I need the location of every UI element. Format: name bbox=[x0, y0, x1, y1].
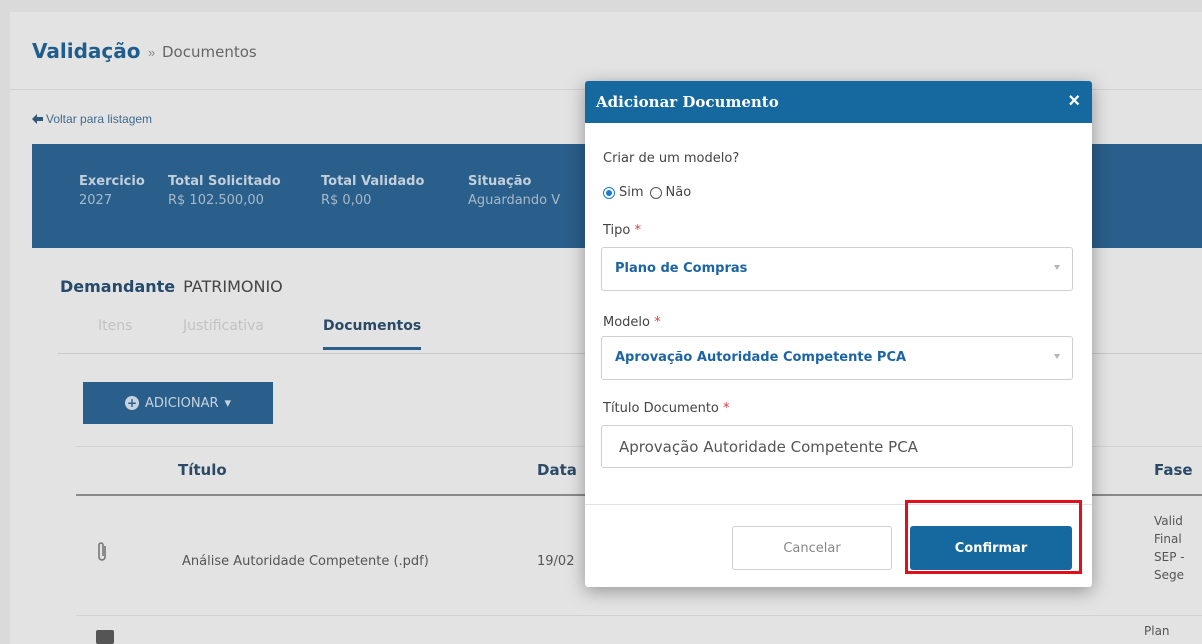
demandante-info: Demandante PATRIMONIO bbox=[60, 277, 283, 296]
stat-label: Total Solicitado bbox=[168, 174, 281, 189]
fase-line: Valid bbox=[1154, 514, 1183, 528]
document-icon bbox=[96, 630, 114, 644]
create-from-template-radio-group: Sim Não bbox=[603, 185, 697, 200]
titulo-documento-label: Título Documento * bbox=[603, 401, 730, 416]
stat-value: Aguardando V bbox=[468, 193, 561, 208]
document-date: 19/02 bbox=[537, 554, 575, 569]
modelo-label: Modelo * bbox=[603, 315, 661, 330]
demandante-label: Demandante bbox=[60, 277, 176, 296]
add-document-button[interactable]: + ADICIONAR ▾ bbox=[83, 382, 273, 424]
stat-value: R$ 0,00 bbox=[321, 193, 372, 208]
back-link-label: Voltar para listagem bbox=[46, 112, 153, 126]
radio-sim-label: Sim bbox=[619, 185, 644, 200]
fase-line: Final bbox=[1154, 532, 1182, 546]
stat-situacao: Situação Aguardando V bbox=[468, 174, 560, 208]
tipo-selected-value: Plano de Compras bbox=[615, 261, 748, 276]
next-row-fase: Plan bbox=[1144, 624, 1170, 638]
fase-line: Sege bbox=[1154, 568, 1184, 582]
titulo-documento-input[interactable] bbox=[601, 425, 1073, 468]
document-fase: Valid Final SEP - Sege bbox=[1154, 512, 1202, 584]
required-mark: * bbox=[634, 223, 642, 238]
caret-down-icon bbox=[1054, 354, 1060, 359]
stat-total-solicitado: Total Solicitado R$ 102.500,00 bbox=[168, 174, 281, 208]
required-mark: * bbox=[723, 401, 730, 416]
radio-nao-label: Não bbox=[665, 185, 692, 200]
tipo-label-text: Tipo bbox=[603, 223, 631, 238]
close-icon[interactable]: × bbox=[1068, 89, 1080, 113]
radio-unchecked-icon[interactable] bbox=[649, 186, 662, 199]
radio-checked-icon[interactable] bbox=[603, 186, 615, 199]
radio-nao[interactable]: Não bbox=[649, 185, 692, 200]
column-header-data: Data bbox=[537, 461, 577, 479]
modelo-label-text: Modelo bbox=[603, 315, 650, 330]
column-header-fase: Fase bbox=[1154, 461, 1193, 479]
modelo-select[interactable]: Aprovação Autoridade Competente PCA bbox=[601, 336, 1073, 380]
stat-label: Exercicio bbox=[79, 174, 145, 189]
modal-header: Adicionar Documento × bbox=[585, 81, 1092, 123]
confirm-highlight-box bbox=[905, 500, 1082, 574]
create-from-template-label: Criar de um modelo? bbox=[603, 151, 740, 166]
caret-down-icon bbox=[1054, 265, 1060, 270]
stat-label: Situação bbox=[468, 174, 532, 189]
stat-label: Total Validado bbox=[321, 174, 425, 189]
tab-documentos[interactable]: Documentos bbox=[323, 318, 422, 350]
stat-total-validado: Total Validado R$ 0,00 bbox=[321, 174, 424, 208]
stat-value: R$ 102.500,00 bbox=[168, 193, 264, 208]
paperclip-icon bbox=[98, 542, 106, 561]
page-title: Validação bbox=[32, 39, 141, 63]
tipo-label: Tipo * bbox=[603, 223, 641, 238]
page-subtitle: Documentos bbox=[162, 43, 257, 61]
page-header: Validação » Documentos bbox=[10, 12, 1202, 90]
plus-circle-icon: + bbox=[124, 396, 139, 410]
back-to-list-link[interactable]: Voltar para listagem bbox=[32, 112, 152, 126]
arrow-left-icon bbox=[32, 114, 43, 124]
demandante-value: PATRIMONIO bbox=[183, 277, 283, 296]
stat-exercicio: Exercicio 2027 bbox=[79, 174, 145, 208]
add-button-label: ADICIONAR bbox=[144, 395, 219, 411]
tipo-select[interactable]: Plano de Compras bbox=[601, 247, 1073, 291]
column-header-titulo: Título bbox=[178, 461, 227, 479]
required-mark: * bbox=[654, 315, 661, 330]
tab-justificativa[interactable]: Justificativa bbox=[183, 318, 264, 334]
modelo-selected-value: Aprovação Autoridade Competente PCA bbox=[615, 350, 907, 365]
cancel-button[interactable]: Cancelar bbox=[732, 526, 892, 570]
breadcrumb-separator: » bbox=[148, 45, 156, 60]
modal-title: Adicionar Documento bbox=[596, 93, 779, 111]
tab-itens[interactable]: Itens bbox=[98, 318, 132, 334]
radio-sim[interactable]: Sim bbox=[603, 185, 644, 200]
fase-line: SEP - bbox=[1154, 550, 1185, 564]
titulo-label-text: Título Documento bbox=[603, 401, 719, 416]
caret-down-icon: ▾ bbox=[224, 395, 232, 411]
document-title: Análise Autoridade Competente (.pdf) bbox=[182, 554, 429, 569]
stat-value: 2027 bbox=[79, 193, 113, 208]
